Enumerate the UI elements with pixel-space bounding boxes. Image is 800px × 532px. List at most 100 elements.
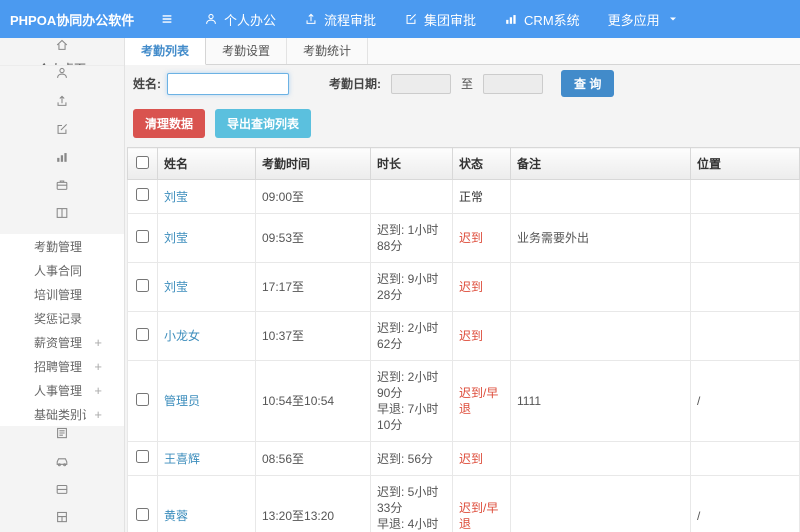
chart-icon [55, 150, 69, 164]
select-all-checkbox[interactable] [136, 155, 149, 169]
employee-name-link[interactable]: 刘莹 [164, 280, 188, 294]
sidebar-item[interactable]: 人事管理 + [0, 378, 124, 402]
remark-cell [510, 475, 691, 532]
duration-line: 迟到: 1小时88分 [377, 223, 439, 253]
sidebar-item[interactable]: CRM系统+ [0, 150, 124, 178]
expand-toggle-icon[interactable]: + [94, 335, 102, 350]
location-cell [690, 262, 800, 312]
topbar: PHPOA协同办公软件 个人办公 流程审批 集团审批 CRM系统 更多应用 [0, 0, 800, 38]
employee-name-link[interactable]: 管理员 [164, 394, 200, 408]
sidebar-item[interactable]: 个人办公+ [0, 66, 124, 94]
location-cell [690, 213, 800, 263]
attendance-time-cell: 10:37至 [255, 311, 371, 361]
nav-label: 集团审批 [424, 12, 477, 28]
tab[interactable]: 考勤统计 [287, 38, 369, 64]
clean-data-button[interactable]: 清理数据 [133, 109, 206, 138]
sidebar-item[interactable]: 档案管理+ [0, 482, 124, 510]
attendance-time-cell: 09:00至 [255, 179, 371, 214]
column-header: 状态 [452, 147, 511, 180]
sidebar-item[interactable]: 人力资源- [0, 206, 124, 234]
edit-icon [55, 122, 69, 136]
sidebar-item[interactable]: 流程审批+ [0, 94, 124, 122]
to-label: 至 [461, 77, 474, 91]
sidebar-item[interactable]: 人事合同 [0, 258, 124, 282]
tab[interactable]: 考勤列表 [125, 38, 207, 65]
name-label: 姓名: [133, 77, 161, 91]
column-header: 考勤时间 [255, 147, 371, 180]
expand-toggle-icon[interactable]: + [94, 407, 102, 422]
sidebar-item[interactable]: 考勤管理 [0, 234, 124, 258]
row-checkbox[interactable] [136, 229, 149, 243]
search-button[interactable]: 查 询 [561, 70, 615, 97]
menu-toggle-icon[interactable] [160, 12, 174, 26]
expand-toggle-icon[interactable]: + [94, 383, 102, 398]
table-body: 刘莹 09:00至 正常 刘莹 09:53至 迟到: 1小时88分 迟到 业务需… [127, 179, 800, 532]
employee-name-link[interactable]: 刘莹 [164, 190, 188, 204]
remark-cell [510, 311, 691, 361]
column-header: 姓名 [157, 147, 256, 180]
sidebar-item[interactable]: 用车管理+ [0, 454, 124, 482]
duration-line: 早退: 4小时67分 [377, 517, 439, 531]
nav-group-approval[interactable]: 集团审批 [404, 10, 476, 29]
tab-bar: 考勤列表 考勤设置 考勤统计 [125, 38, 800, 65]
nav-crm-system[interactable]: CRM系统 [504, 10, 580, 29]
employee-name-link[interactable]: 王喜辉 [164, 452, 200, 466]
user-icon [55, 66, 69, 80]
date-to-input[interactable] [483, 73, 544, 94]
book-icon [55, 206, 69, 220]
share-icon [304, 12, 318, 26]
name-input[interactable] [167, 72, 289, 95]
sidebar-item-label: 基础类别设置 [34, 407, 86, 422]
doc-icon [55, 426, 69, 440]
duration-cell: 迟到: 2小时90分 早退: 7小时10分 [370, 360, 453, 442]
employee-name-link[interactable]: 黄蓉 [164, 509, 188, 523]
employee-name-link[interactable]: 小龙女 [164, 329, 200, 343]
row-checkbox[interactable] [136, 327, 149, 341]
attendance-time-cell: 13:20至13:20 [255, 475, 371, 532]
tab[interactable]: 考勤设置 [206, 38, 288, 64]
sidebar-item-label: 个人桌面 [38, 60, 86, 65]
export-list-button[interactable]: 导出查询列表 [215, 109, 312, 138]
sidebar-item[interactable]: 公文管理+ [0, 426, 124, 454]
sidebar-item[interactable]: 薪资管理 + [0, 330, 124, 354]
home-icon [55, 38, 69, 52]
sidebar-item[interactable]: 项目管理+ [0, 510, 124, 532]
status-cell: 迟到/早退 [452, 360, 511, 442]
duration-cell: 迟到: 56分 [370, 441, 453, 476]
top-navigation: 个人办公 流程审批 集团审批 CRM系统 更多应用 [204, 10, 708, 29]
sidebar-item[interactable]: 集团审批+ [0, 122, 124, 150]
attendance-table-area: 姓名 考勤时间 时长 状态 备注 位置 刘莹 09:00至 正常 刘莹 09:53至 迟到… [127, 147, 800, 532]
app-title: PHPOA协同办公软件 [10, 12, 135, 28]
sidebar-item[interactable]: 招聘管理 + [0, 354, 124, 378]
nav-more-apps[interactable]: 更多应用 [608, 10, 680, 29]
sidebar-item-label: 培训管理 [34, 287, 83, 302]
folder-icon [55, 482, 69, 496]
row-checkbox[interactable] [136, 392, 149, 406]
sidebar-item[interactable]: 基础类别设置 + [0, 402, 124, 426]
row-checkbox[interactable] [136, 188, 149, 201]
remark-cell [510, 262, 691, 312]
sidebar-item[interactable]: 行政办公+ [0, 178, 124, 206]
nav-process-approval[interactable]: 流程审批 [304, 10, 376, 29]
date-from-input[interactable] [391, 73, 451, 94]
sidebar: 个人桌面个人办公+流程审批+集团审批+CRM系统+行政办公+人力资源- 考勤管理人… [0, 38, 125, 532]
duration-cell: 迟到: 2小时62分 [370, 311, 453, 361]
table-row: 管理员 10:54至10:54 迟到: 2小时90分 早退: 7小时10分 迟到/… [127, 360, 800, 442]
column-header: 备注 [510, 147, 691, 180]
expand-toggle-icon[interactable]: + [94, 359, 102, 374]
sidebar-item-label: 考勤管理 [34, 239, 83, 254]
row-checkbox[interactable] [136, 507, 149, 521]
employee-name-link[interactable]: 刘莹 [164, 231, 188, 245]
user-icon [204, 12, 218, 26]
share-icon [55, 94, 69, 108]
table-row: 小龙女 10:37至 迟到: 2小时62分 迟到 [127, 311, 800, 361]
chart-icon [504, 12, 518, 26]
sidebar-item[interactable]: 奖惩记录 [0, 306, 124, 330]
nav-personal-office[interactable]: 个人办公 [204, 10, 276, 29]
attendance-time-cell: 09:53至 [255, 213, 371, 263]
sidebar-item[interactable]: 培训管理 [0, 282, 124, 306]
row-checkbox[interactable] [136, 450, 149, 463]
sidebar-item[interactable]: 个人桌面 [0, 38, 124, 66]
attendance-time-cell: 10:54至10:54 [255, 360, 371, 442]
row-checkbox[interactable] [136, 278, 149, 292]
